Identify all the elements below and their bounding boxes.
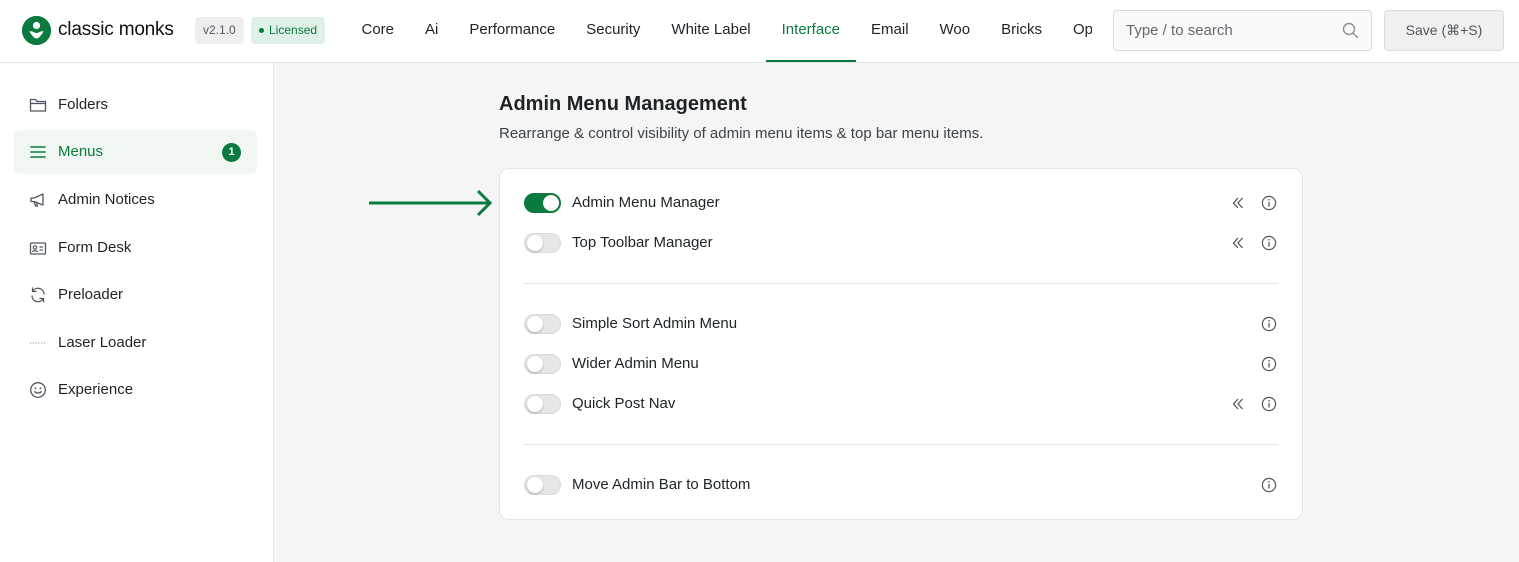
status-dot-icon (259, 28, 264, 33)
search-icon[interactable] (1342, 22, 1359, 39)
setting-row-quick-post-nav: Quick Post Nav (524, 393, 1280, 415)
sidebar-item-menus[interactable]: Menus 1 (14, 130, 257, 174)
sidebar-item-label: Admin Notices (58, 191, 155, 208)
sidebar-item-label: Form Desk (58, 239, 132, 256)
sidebar-item-label: Folders (58, 96, 109, 113)
sidebar-item-label: Preloader (58, 286, 124, 303)
main-nav: Core Ai Performance Security White Label… (346, 0, 1092, 63)
tab-performance[interactable]: Performance (454, 0, 571, 62)
setting-label: Move Admin Bar to Bottom (572, 476, 751, 493)
double-chevron-left-icon[interactable] (1230, 235, 1246, 251)
tab-white-label[interactable]: White Label (656, 0, 766, 62)
page-title: Admin Menu Management (499, 93, 747, 115)
brand-name: classic monks (58, 19, 174, 40)
dotted-line-icon (28, 333, 48, 353)
section-divider (524, 283, 1278, 284)
setting-label: Admin Menu Manager (572, 194, 720, 211)
menu-lines-icon (28, 142, 48, 162)
info-icon[interactable] (1261, 477, 1277, 493)
search-box (1113, 10, 1372, 51)
tab-core[interactable]: Core (346, 0, 410, 62)
settings-card: Admin Menu Manager Top Toolbar Manager S… (499, 168, 1303, 520)
sidebar-item-preloader[interactable]: Preloader (14, 273, 257, 317)
tab-security[interactable]: Security (571, 0, 656, 62)
tab-bricks[interactable]: Bricks (986, 0, 1058, 62)
double-chevron-left-icon[interactable] (1230, 396, 1246, 412)
brand-logo[interactable]: classic monks (22, 15, 174, 45)
tab-interface[interactable]: Interface (766, 0, 856, 62)
tab-email[interactable]: Email (856, 0, 925, 62)
info-icon[interactable] (1261, 235, 1277, 251)
sidebar-item-laser-loader[interactable]: Laser Loader (14, 321, 257, 365)
license-badge: Licensed (251, 17, 326, 44)
id-card-icon (28, 238, 48, 258)
move-admin-bar-to-bottom-toggle[interactable] (524, 475, 561, 495)
search-input[interactable] (1114, 11, 1334, 50)
top-toolbar-manager-toggle[interactable] (524, 233, 561, 253)
wider-admin-menu-toggle[interactable] (524, 354, 561, 374)
sidebar-item-admin-notices[interactable]: Admin Notices (14, 178, 257, 222)
count-badge: 1 (222, 143, 241, 162)
setting-label: Wider Admin Menu (572, 355, 699, 372)
simple-sort-admin-menu-toggle[interactable] (524, 314, 561, 334)
setting-row-admin-menu-manager: Admin Menu Manager (524, 192, 1280, 214)
setting-row-top-toolbar-manager: Top Toolbar Manager (524, 232, 1280, 254)
sidebar: Folders Menus 1 Admin Notices Form Desk … (0, 63, 274, 562)
section-divider (524, 444, 1278, 445)
tab-opt[interactable]: Opt (1057, 0, 1092, 62)
info-icon[interactable] (1261, 316, 1277, 332)
smiley-icon (28, 380, 48, 400)
setting-row-simple-sort-admin-menu: Simple Sort Admin Menu (524, 313, 1280, 335)
double-chevron-left-icon[interactable] (1230, 195, 1246, 211)
info-icon[interactable] (1261, 195, 1277, 211)
tab-woo[interactable]: Woo (924, 0, 986, 62)
setting-row-wider-admin-menu: Wider Admin Menu (524, 353, 1280, 375)
monk-logo-icon (22, 15, 51, 45)
refresh-icon (28, 285, 48, 305)
setting-row-move-admin-bar-to-bottom: Move Admin Bar to Bottom (524, 474, 1280, 496)
setting-label: Simple Sort Admin Menu (572, 315, 738, 332)
top-header: classic monks v2.1.0 Licensed Core Ai Pe… (0, 0, 1519, 63)
page-subtitle: Rearrange & control visibility of admin … (499, 125, 984, 142)
quick-post-nav-toggle[interactable] (524, 394, 561, 414)
save-button[interactable]: Save (⌘+S) (1384, 10, 1504, 51)
sidebar-item-label: Experience (58, 381, 134, 398)
info-icon[interactable] (1261, 356, 1277, 372)
sidebar-item-experience[interactable]: Experience (14, 368, 257, 412)
sidebar-item-form-desk[interactable]: Form Desk (14, 226, 257, 270)
version-badge: v2.1.0 (195, 17, 244, 44)
license-label: Licensed (269, 23, 318, 37)
tab-ai[interactable]: Ai (410, 0, 454, 62)
sidebar-item-label: Laser Loader (58, 334, 147, 351)
setting-label: Top Toolbar Manager (572, 234, 713, 251)
header-actions: Save (⌘+S) (1092, 0, 1519, 62)
folder-icon (28, 95, 48, 115)
sidebar-item-label: Menus (58, 143, 104, 160)
setting-label: Quick Post Nav (572, 395, 676, 412)
info-icon[interactable] (1261, 396, 1277, 412)
admin-menu-manager-toggle[interactable] (524, 193, 561, 213)
pointer-arrow-icon (369, 189, 493, 217)
sidebar-item-folders[interactable]: Folders (14, 83, 257, 127)
megaphone-icon (28, 190, 48, 210)
